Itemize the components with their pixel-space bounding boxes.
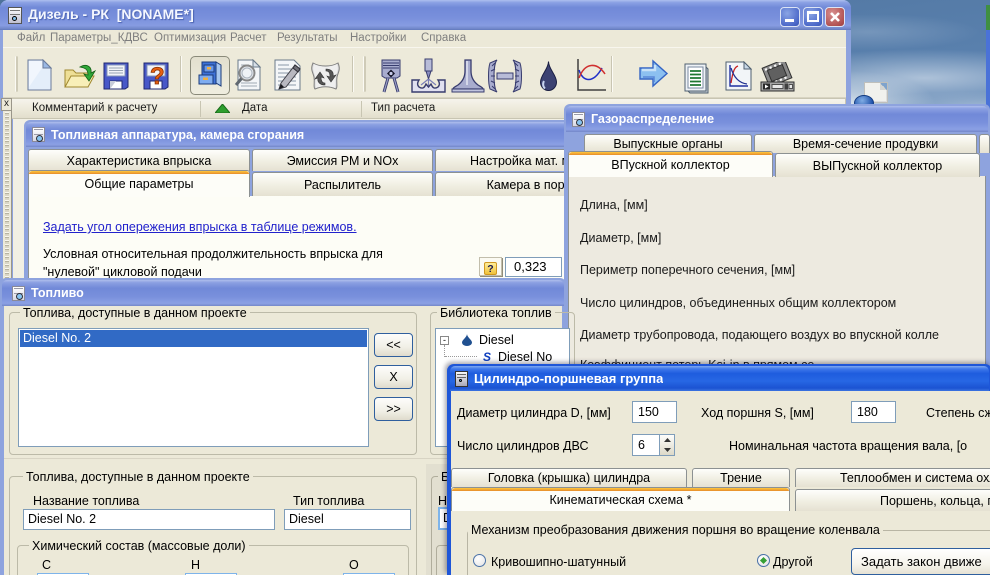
svg-text:?: ? <box>150 63 165 90</box>
